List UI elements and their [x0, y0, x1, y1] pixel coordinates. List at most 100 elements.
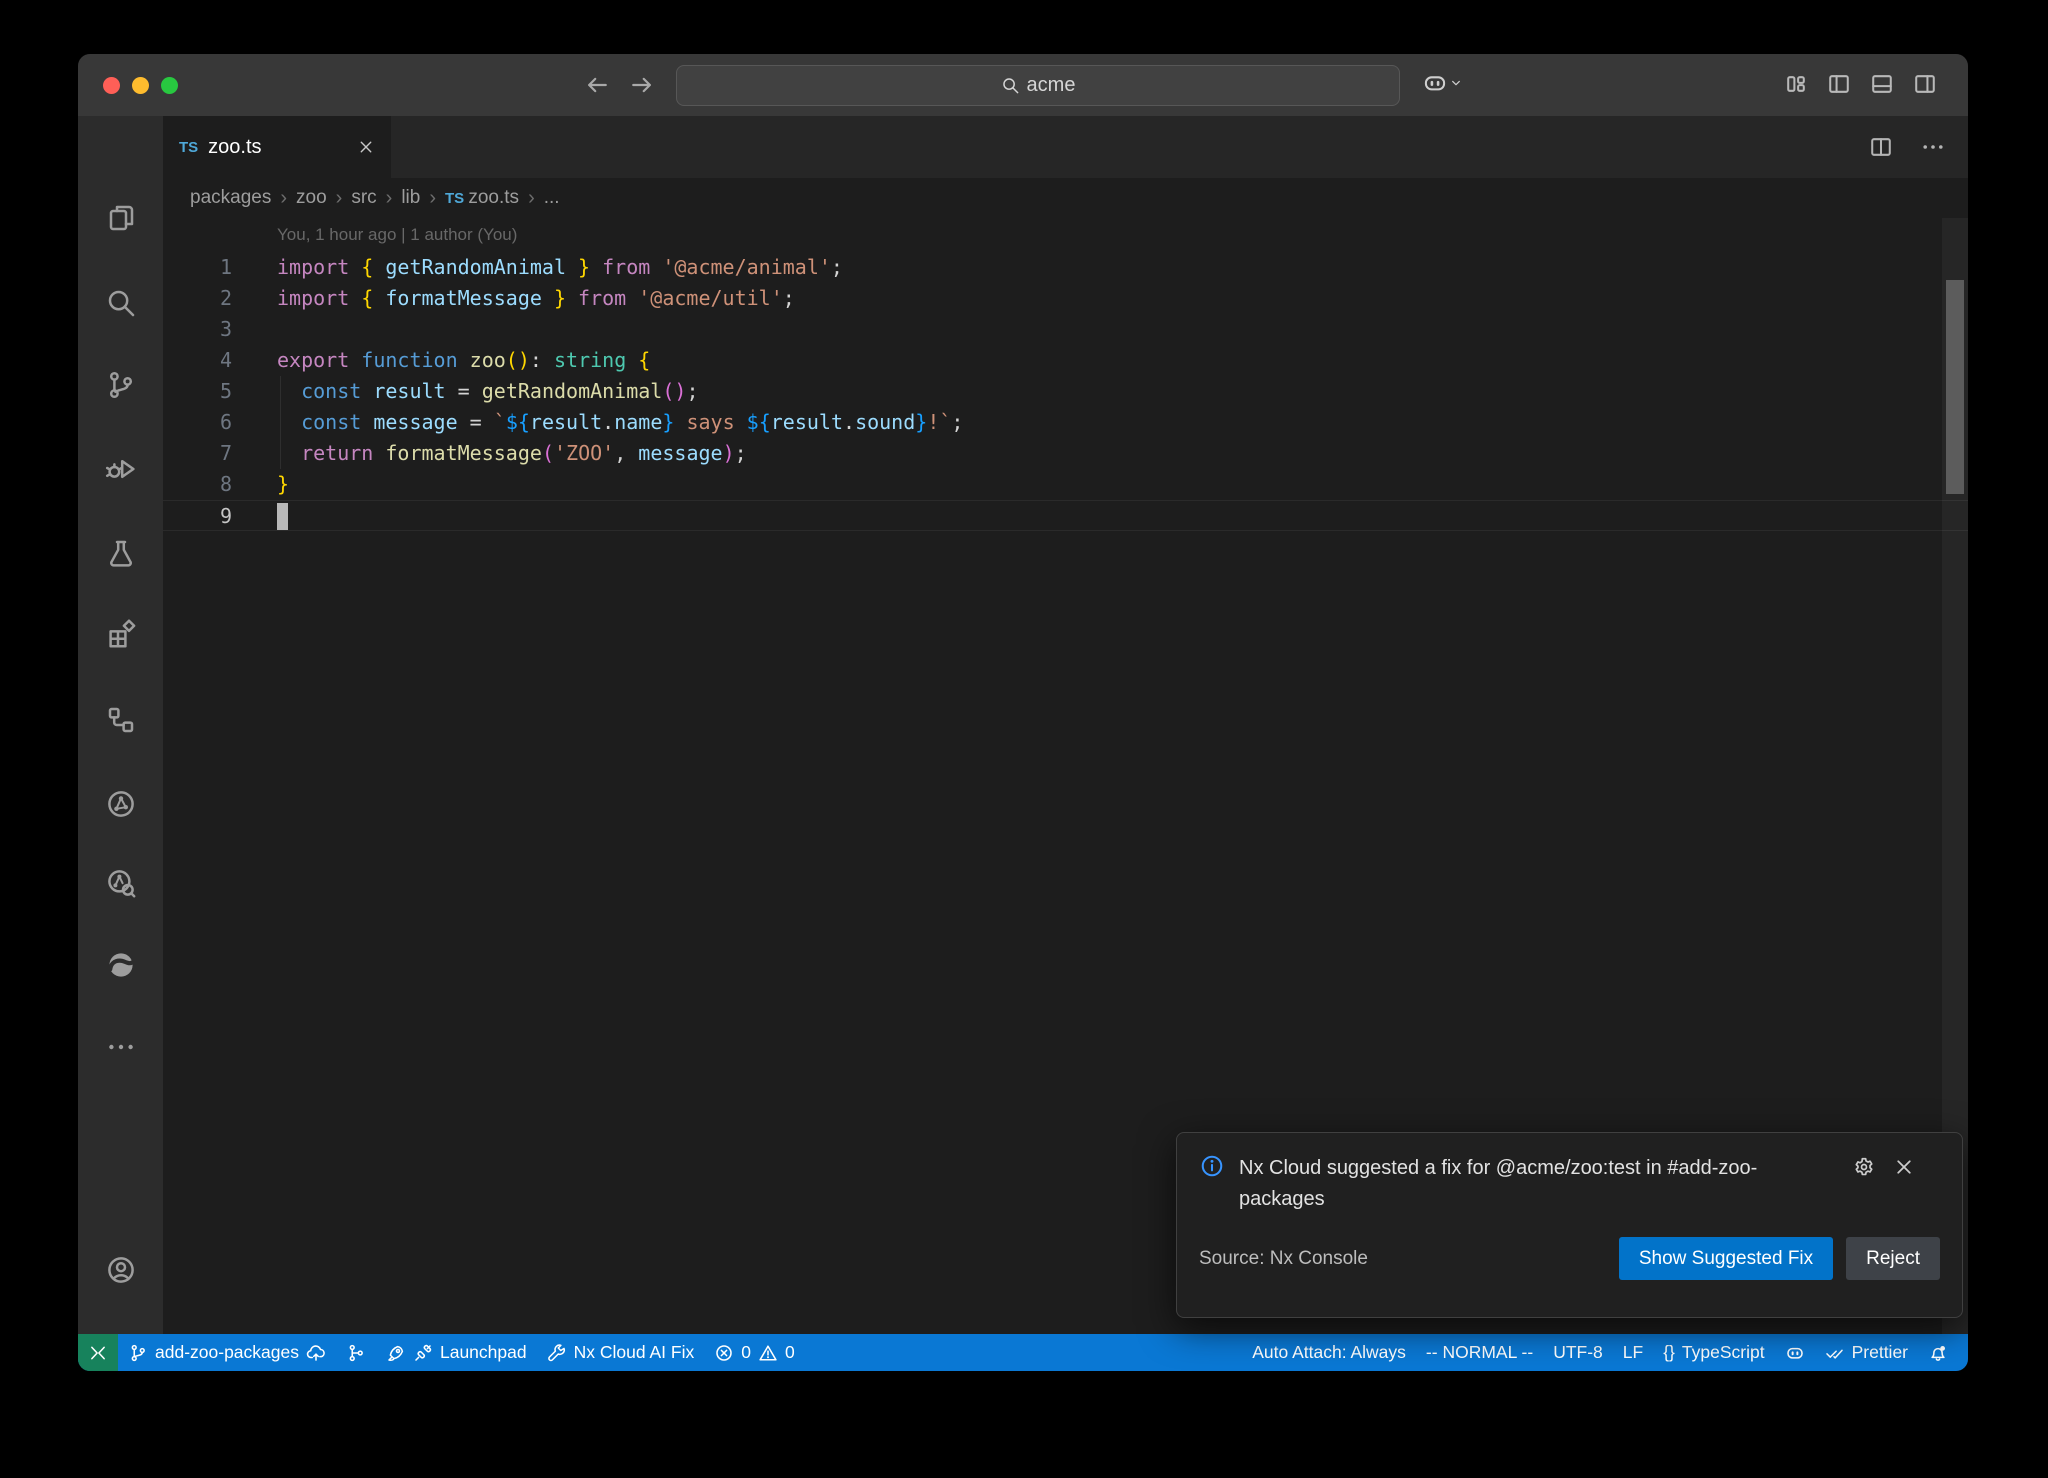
status-item-language[interactable]: {}TypeScript — [1653, 1334, 1774, 1371]
typescript-file-icon: TS — [179, 139, 198, 156]
status-item-eol[interactable]: LF — [1613, 1334, 1653, 1371]
search-value: acme — [1027, 74, 1076, 97]
activity-item-extensions[interactable] — [78, 607, 163, 663]
status-item-launchpad[interactable]: Launchpad — [376, 1334, 537, 1371]
activity-item-nx-cloud[interactable] — [78, 855, 163, 911]
activity-item-more-views[interactable] — [78, 1019, 163, 1075]
status-item-copilot[interactable] — [1775, 1334, 1815, 1371]
status-item-problems[interactable]: 00 — [704, 1334, 804, 1371]
dcheck-icon — [1825, 1343, 1845, 1363]
notification-settings-icon[interactable] — [1853, 1156, 1875, 1178]
breadcrumb: packages›zoo›src›lib›TS zoo.ts›... — [163, 178, 1968, 218]
code-line[interactable]: 6 const message = `${result.name} says $… — [163, 407, 1968, 438]
reject-button[interactable]: Reject — [1846, 1237, 1940, 1280]
status-item-source-control-graph[interactable] — [336, 1334, 376, 1371]
status-item-remote-indicator[interactable] — [78, 1334, 118, 1371]
toggle-panel-icon[interactable] — [1869, 71, 1895, 97]
status-bar: add-zoo-packages Launchpad Nx Cloud AI Fix… — [78, 1334, 1968, 1371]
line-number: 2 — [163, 283, 232, 314]
zoom-window-button[interactable] — [161, 77, 178, 94]
error-icon — [714, 1343, 734, 1363]
status-item-nx-cloud-ai-fix[interactable]: Nx Cloud AI Fix — [537, 1334, 705, 1371]
notification-close-icon[interactable] — [1893, 1156, 1915, 1178]
code-line[interactable]: 5 const result = getRandomAnimal(); — [163, 376, 1968, 407]
code-line[interactable]: 4export function zoo(): string { — [163, 345, 1968, 376]
notification-source: Source: Nx Console — [1199, 1248, 1368, 1270]
cloudup-icon — [306, 1343, 326, 1363]
editor-scrollbar-thumb[interactable] — [1946, 280, 1964, 494]
plug-icon — [413, 1343, 433, 1363]
activity-item-source-control[interactable] — [78, 357, 163, 413]
typescript-file-icon: TS — [445, 190, 468, 207]
breadcrumb-item[interactable]: TS zoo.ts — [445, 187, 519, 209]
breadcrumb-item[interactable]: lib — [401, 187, 420, 209]
toggle-sidebar-left-icon[interactable] — [1826, 71, 1852, 97]
code-line[interactable]: 3 — [163, 314, 1968, 345]
activity-item-nx-graph[interactable] — [78, 776, 163, 832]
tab-label: zoo.ts — [208, 136, 261, 159]
testing-icon — [105, 537, 137, 569]
rocket-icon — [386, 1343, 406, 1363]
status-label: TypeScript — [1682, 1342, 1765, 1363]
notification-message: Nx Cloud suggested a fix for @acme/zoo:t… — [1239, 1153, 1839, 1215]
status-label: 0 — [785, 1342, 795, 1363]
code-line[interactable]: 2import { formatMessage } from '@acme/ut… — [163, 283, 1968, 314]
activity-item-nx-console[interactable] — [78, 692, 163, 748]
line-number: 8 — [163, 469, 232, 500]
text-cursor — [277, 503, 288, 530]
close-window-button[interactable] — [103, 77, 120, 94]
command-center-search[interactable]: acme — [676, 65, 1400, 106]
line-number: 6 — [163, 407, 232, 438]
activity-item-accounts[interactable] — [78, 1242, 163, 1298]
code-text: import { getRandomAnimal } from '@acme/a… — [277, 252, 843, 283]
status-item-notifications-bell[interactable] — [1918, 1334, 1958, 1371]
breadcrumb-item[interactable]: src — [351, 187, 376, 209]
code-line[interactable]: 9 — [163, 500, 1968, 531]
source-control-icon — [105, 369, 137, 401]
code-line[interactable]: 8} — [163, 469, 1968, 500]
line-number: 1 — [163, 252, 232, 283]
status-label: 0 — [741, 1342, 751, 1363]
git-blame-annotation: You, 1 hour ago | 1 author (You) — [277, 225, 517, 245]
activity-item-edge-tools[interactable] — [78, 937, 163, 993]
tab-zoo-ts[interactable]: TS zoo.ts — [163, 116, 391, 178]
toggle-sidebar-right-icon[interactable] — [1912, 71, 1938, 97]
code-line[interactable]: 1 import { getRandomAnimal } from '@acme/… — [163, 252, 1968, 283]
remote-icon — [88, 1343, 108, 1363]
breadcrumb-item[interactable]: packages — [190, 187, 271, 209]
activity-item-explorer[interactable] — [78, 190, 163, 246]
nx-graph-icon — [105, 788, 137, 820]
minimize-window-button[interactable] — [132, 77, 149, 94]
nav-forward-icon[interactable] — [628, 71, 656, 99]
status-item-prettier[interactable]: Prettier — [1815, 1334, 1918, 1371]
status-item-auto-attach[interactable]: Auto Attach: Always — [1242, 1334, 1416, 1371]
status-label: LF — [1623, 1342, 1643, 1363]
line-number: 9 — [163, 501, 232, 532]
status-item-encoding[interactable]: UTF-8 — [1543, 1334, 1613, 1371]
line-number: 3 — [163, 314, 232, 345]
close-tab-icon[interactable] — [357, 138, 375, 156]
code-lines: 1 import { getRandomAnimal } from '@acme/… — [163, 252, 1968, 531]
status-label: Nx Cloud AI Fix — [574, 1342, 695, 1363]
more-actions-icon[interactable] — [1920, 134, 1946, 160]
status-label: -- NORMAL -- — [1426, 1342, 1533, 1363]
split-editor-icon[interactable] — [1868, 134, 1894, 160]
breadcrumb-separator: › — [386, 187, 393, 210]
customize-layout-icon[interactable] — [1783, 71, 1809, 97]
status-item-vim-mode[interactable]: -- NORMAL -- — [1416, 1334, 1543, 1371]
breadcrumb-separator: › — [429, 187, 436, 210]
status-item-branch[interactable]: add-zoo-packages — [118, 1334, 336, 1371]
vscode-window: acme TS zoo.ts packages›zoo›sr — [78, 54, 1968, 1371]
breadcrumb-item[interactable]: zoo — [296, 187, 327, 209]
wrench-icon — [547, 1343, 567, 1363]
breadcrumb-item[interactable]: ... — [544, 187, 560, 209]
code-line[interactable]: 7 return formatMessage('ZOO', message); — [163, 438, 1968, 469]
info-icon — [1199, 1153, 1225, 1179]
nav-back-icon[interactable] — [583, 71, 611, 99]
activity-item-testing[interactable] — [78, 525, 163, 581]
copilot-menu[interactable] — [1422, 70, 1464, 96]
activity-item-run-debug[interactable] — [78, 441, 163, 497]
graph2-icon — [346, 1343, 366, 1363]
activity-item-search[interactable] — [78, 275, 163, 331]
show-suggested-fix-button[interactable]: Show Suggested Fix — [1619, 1237, 1833, 1280]
